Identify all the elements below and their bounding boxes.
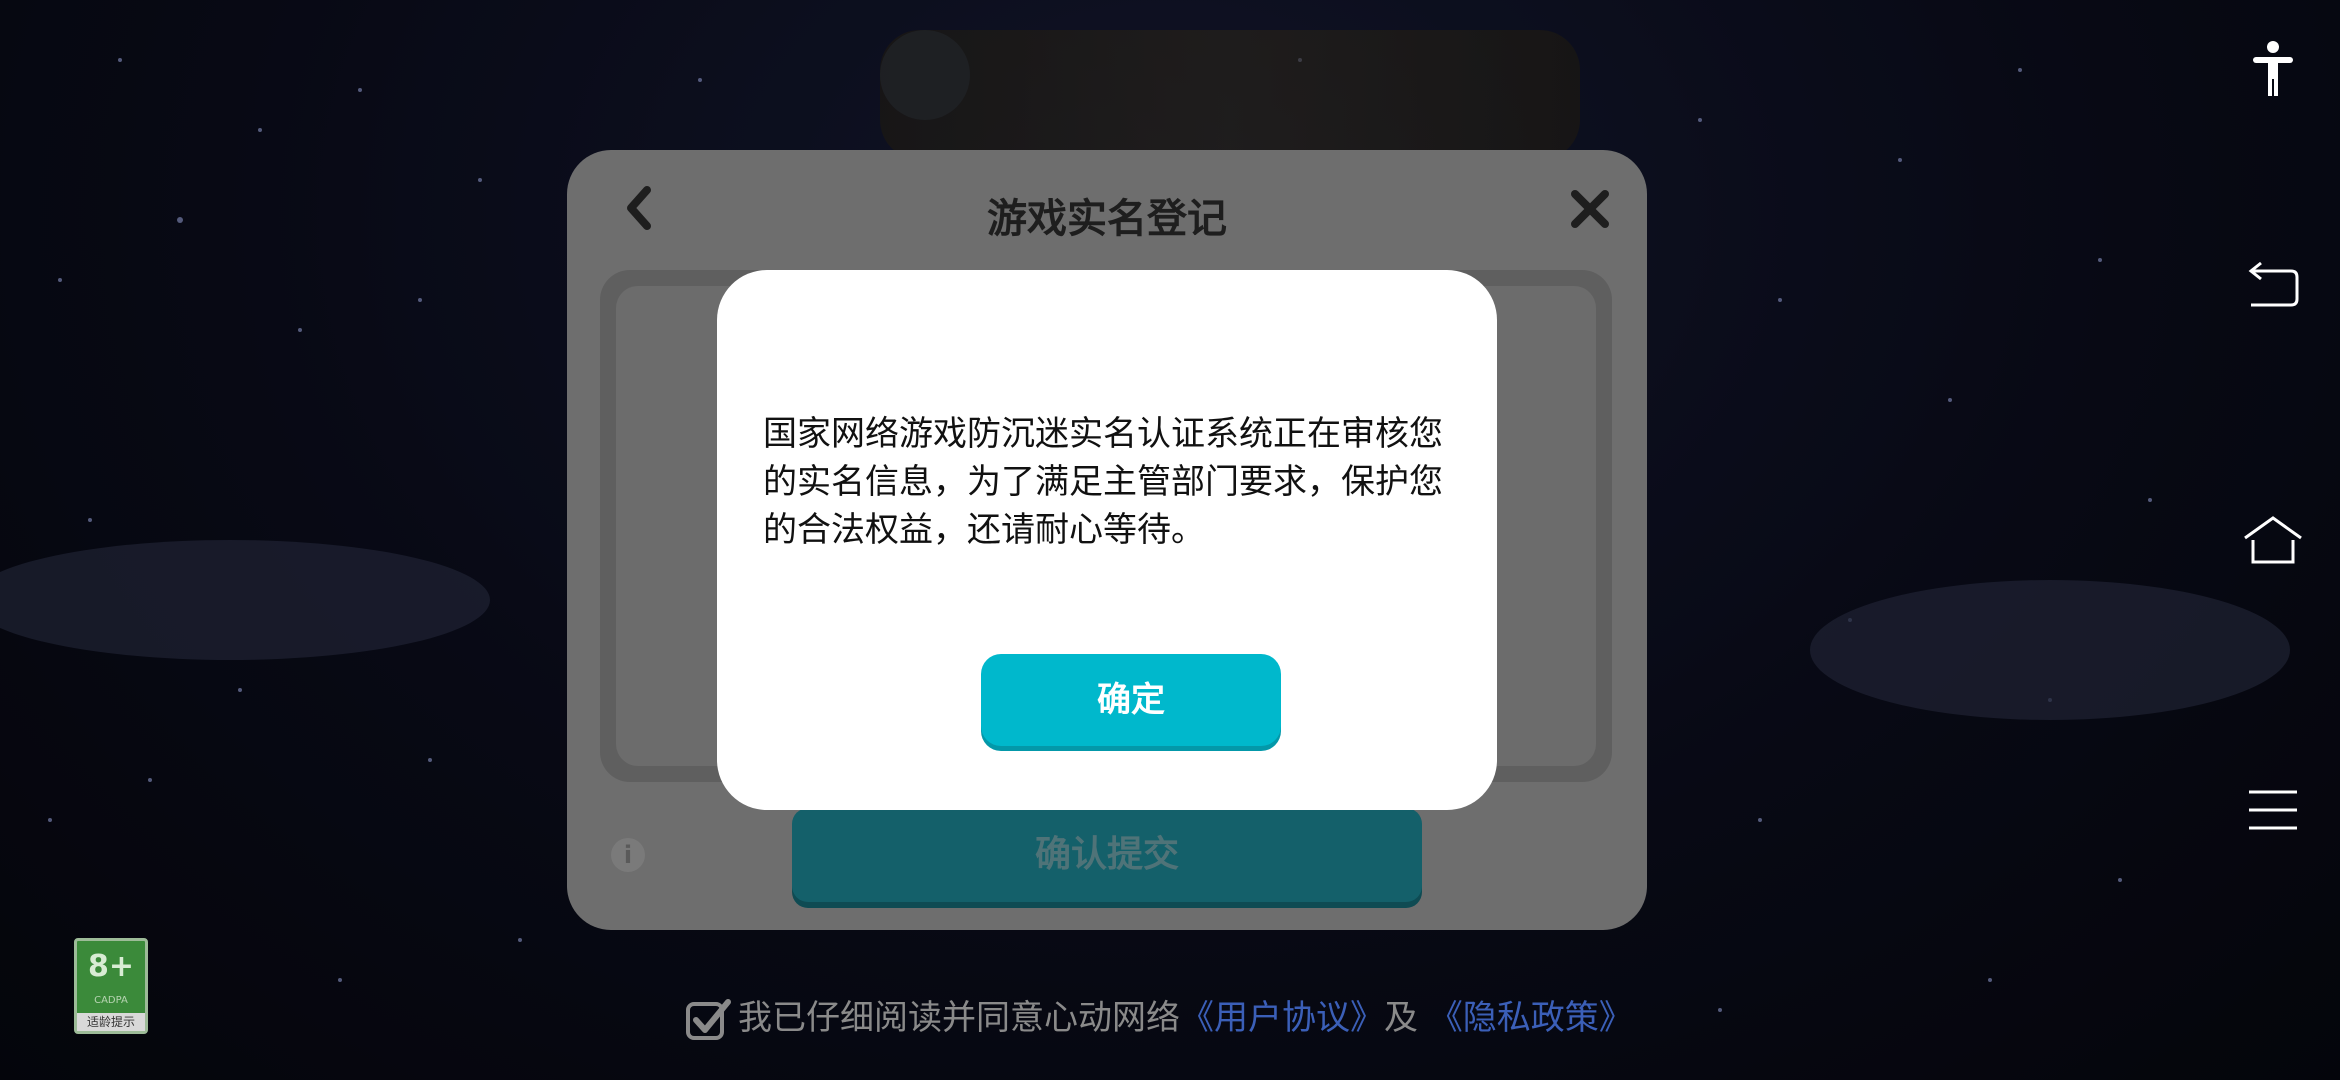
dialog-title: 游戏实名登记 [987,196,1227,242]
alert-message: 国家网络游戏防沉迷实名认证系统正在审核您的实名信息，为了满足主管部门要求，保护您… [763,414,1443,550]
menu-icon[interactable] [2243,780,2303,840]
privacy-policy-link[interactable]: 《隐私政策》 [1429,998,1633,1038]
agreement-row: 我已仔细阅读并同意心动网络《用户协议》及 《隐私政策》 [684,990,1633,1046]
user-agreement-link[interactable]: 《用户协议》 [1180,998,1384,1038]
home-icon[interactable] [2243,510,2303,570]
game-screen: 游戏实名登记 i 确认提交 国家网络游戏防沉迷实名认证系统正在审核您的实名信息，… [0,0,2340,1080]
age-rating-value: 8+ [87,949,134,984]
info-icon[interactable]: i [611,838,645,872]
agreement-text: 我已仔细阅读并同意心动网络 [738,998,1180,1038]
agreement-conjunction: 及 [1384,998,1418,1038]
system-navigation-bar [2200,0,2340,1080]
age-rating-tip: 适龄提示 [77,1013,145,1031]
confirm-submit-button[interactable]: 确认提交 [792,808,1422,902]
age-rating-badge: 8+ CADPA 适龄提示 [74,938,148,1034]
back-nav-icon[interactable] [2243,255,2303,315]
accessibility-icon[interactable] [2243,38,2303,98]
close-icon[interactable] [1565,178,1615,238]
age-rating-org: CADPA [94,995,128,1006]
verification-alert-dialog: 国家网络游戏防沉迷实名认证系统正在审核您的实名信息，为了满足主管部门要求，保护您… [717,270,1497,810]
agreement-checkbox[interactable] [684,996,732,1044]
ok-button[interactable]: 确定 [981,654,1281,746]
